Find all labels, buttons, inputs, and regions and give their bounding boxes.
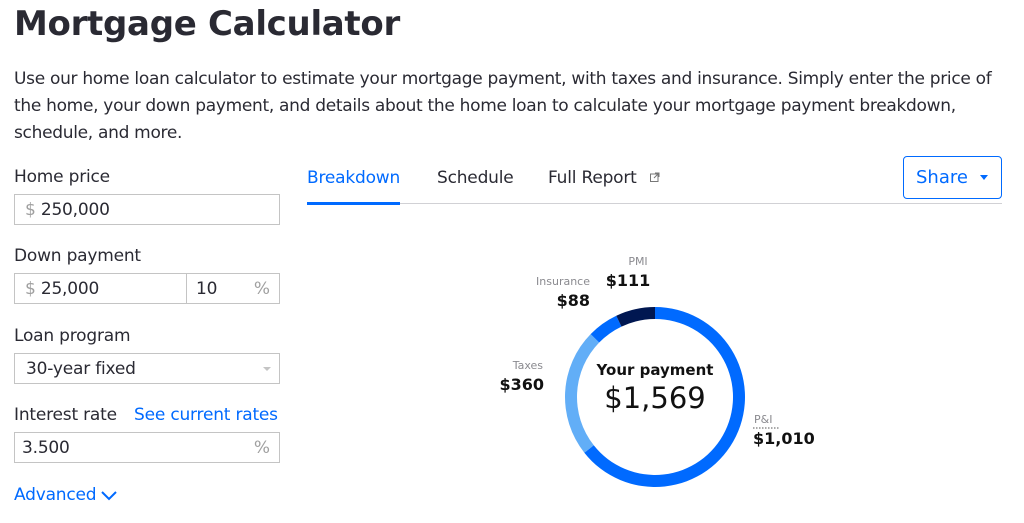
donut-segment-pi <box>584 307 745 487</box>
interest-rate-value: 3.500 <box>22 437 70 458</box>
interest-rate-label: Interest rate <box>14 405 117 425</box>
tab-full-report[interactable]: Full Report <box>548 168 660 204</box>
caret-down-icon <box>979 175 988 180</box>
page-intro: Use our home loan calculator to estimate… <box>14 69 992 143</box>
see-current-rates-link[interactable]: See current rates <box>134 405 278 425</box>
tab-schedule[interactable]: Schedule <box>437 168 514 204</box>
page-title: Mortgage Calculator <box>14 4 400 44</box>
loan-program-value: 30-year fixed <box>26 358 136 379</box>
tab-breakdown-label: Breakdown <box>307 168 401 188</box>
down-payment-amount-input[interactable]: $ 25,000 <box>14 273 187 304</box>
advanced-label: Advanced <box>14 485 97 505</box>
down-payment-amount-value: 25,000 <box>40 278 100 299</box>
insurance-value: $88 <box>557 291 590 310</box>
donut-segment-taxes <box>565 334 600 453</box>
chevron-down-icon <box>101 491 118 501</box>
home-price-label: Home price <box>14 167 110 187</box>
donut-segment-pmi <box>616 307 655 327</box>
down-payment-percent-value: 10 <box>196 278 218 299</box>
advanced-toggle[interactable]: Advanced <box>14 485 118 505</box>
tab-full-report-label: Full Report <box>548 168 637 188</box>
external-link-icon <box>649 172 660 182</box>
chevron-down-icon <box>263 367 271 371</box>
down-payment-label: Down payment <box>14 246 141 266</box>
down-payment-percent-input[interactable]: 10 % <box>186 273 280 304</box>
tab-breakdown[interactable]: Breakdown <box>307 168 400 205</box>
taxes-label: Taxes <box>512 359 544 372</box>
dollar-prefix: $ <box>25 199 36 220</box>
share-label: Share <box>916 167 968 188</box>
taxes-value: $360 <box>499 375 544 394</box>
pi-value: $1,010 <box>753 429 815 448</box>
dollar-prefix: $ <box>25 278 36 299</box>
pi-label: P&I <box>754 413 772 426</box>
center-value: $1,569 <box>604 381 705 415</box>
donut-segment-insurance <box>590 315 622 343</box>
loan-program-select[interactable]: 30-year fixed <box>14 353 280 384</box>
home-price-input[interactable]: $ 250,000 <box>14 194 280 225</box>
interest-rate-input[interactable]: 3.500 % <box>14 432 280 463</box>
center-title: Your payment <box>596 361 714 379</box>
percent-suffix: % <box>253 437 270 458</box>
home-price-value: 250,000 <box>40 199 110 220</box>
tab-schedule-label: Schedule <box>437 168 514 188</box>
tab-bar: Breakdown Schedule Full Report <box>307 158 1002 205</box>
pmi-label: PMI <box>628 255 647 268</box>
loan-program-label: Loan program <box>14 326 131 346</box>
insurance-label: Insurance <box>536 275 590 288</box>
share-button[interactable]: Share <box>903 156 1002 199</box>
pmi-value: $111 <box>606 271 651 290</box>
percent-suffix: % <box>253 278 270 299</box>
